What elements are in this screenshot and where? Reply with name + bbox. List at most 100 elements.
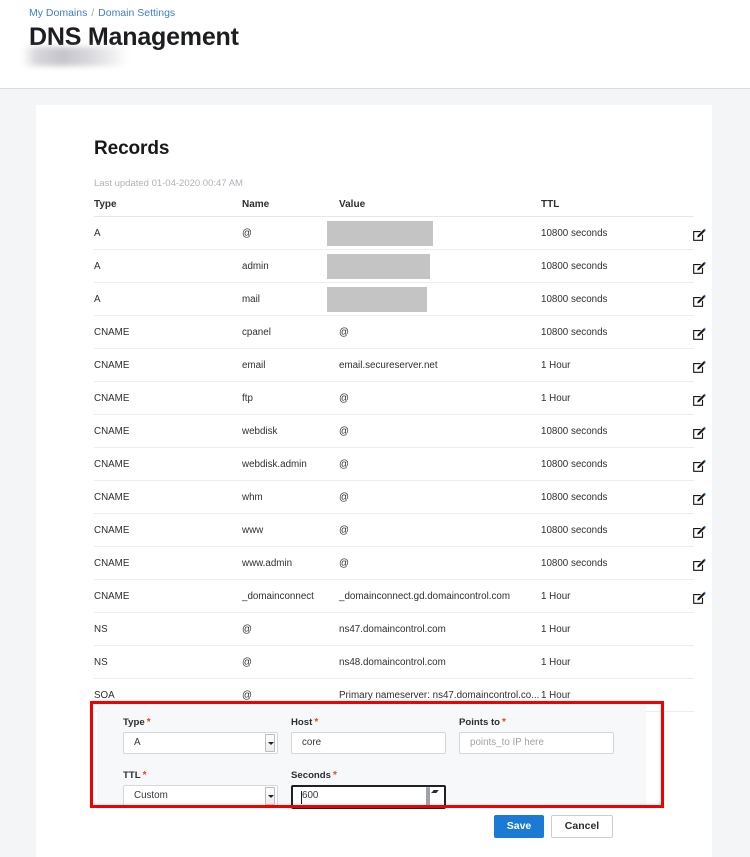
cell-name: cpanel [242, 327, 271, 338]
form-actions: Save Cancel [494, 815, 613, 838]
required-marker-seconds: * [333, 770, 337, 781]
required-marker-type: * [146, 717, 151, 728]
cell-value: @ [339, 327, 349, 338]
cell-ttl: 1 Hour [541, 657, 571, 668]
table-row: CNAME www.admin @10800 seconds [94, 547, 706, 580]
cell-name: @ [242, 690, 252, 701]
cell-name: whm [242, 492, 263, 503]
cell-name: @ [242, 624, 252, 635]
cell-value: ns48.domaincontrol.com [339, 657, 446, 668]
cell-value: @ [339, 426, 349, 437]
cell-name: @ [242, 657, 252, 668]
cell-type: A [94, 294, 101, 305]
table-row: CNAME email email.secureserver.net 1 Hour [94, 349, 706, 382]
column-header-name: Name [242, 199, 270, 210]
required-marker-host: * [314, 717, 319, 728]
cell-type: SOA [94, 690, 115, 701]
table-row: CNAME whm @10800 seconds [94, 481, 706, 514]
edit-pencil-icon[interactable] [692, 227, 707, 242]
page-header: My Domains / Domain Settings DNS Managemen… [0, 0, 750, 89]
number-stepper[interactable] [426, 787, 440, 806]
table-row: NS @ ns48.domaincontrol.com 1 Hour [94, 646, 694, 679]
points-to-input[interactable]: points_to IP here [459, 732, 614, 754]
column-header-type: Type [94, 199, 117, 210]
table-header-row: Type Name Value TTL [94, 195, 694, 217]
table-row: Amail 10800 seconds [94, 283, 706, 316]
cell-type: CNAME [94, 360, 130, 371]
edit-pencil-icon[interactable] [692, 425, 707, 440]
table-row: CNAME webdisk @10800 seconds [94, 415, 706, 448]
table-row: CNAME ftp @1 Hour [94, 382, 706, 415]
cell-type: CNAME [94, 426, 130, 437]
edit-pencil-icon[interactable] [692, 260, 707, 275]
edit-pencil-icon[interactable] [692, 359, 707, 374]
cell-value: @ [339, 525, 349, 536]
redacted-domain-name [22, 47, 128, 66]
cell-ttl: 10800 seconds [541, 558, 608, 569]
type-select[interactable]: A [123, 732, 278, 754]
cell-ttl: 10800 seconds [541, 294, 608, 305]
cell-ttl: 10800 seconds [541, 228, 608, 239]
label-points-to-text: Points to [459, 717, 501, 728]
edit-pencil-icon[interactable] [692, 590, 707, 605]
label-type: Type * [123, 717, 278, 728]
redacted-value [327, 287, 427, 312]
cell-ttl: 10800 seconds [541, 426, 608, 437]
column-header-value: Value [339, 199, 366, 210]
cell-value: _domainconnect.gd.domaincontrol.com [339, 591, 511, 602]
dns-records-table: Type Name Value TTL A @10800 seconds Aadmi… [94, 195, 706, 712]
table-row: Aadmin 10800 seconds [94, 250, 706, 283]
edit-pencil-icon[interactable] [692, 557, 707, 572]
cell-ttl: 1 Hour [541, 591, 571, 602]
field-type: Type * A [123, 717, 278, 754]
cell-name: ftp [242, 393, 253, 404]
label-type-text: Type [123, 717, 145, 728]
label-ttl: TTL * [123, 770, 278, 781]
cell-name: _domainconnect [242, 591, 314, 602]
cell-value: Primary nameserver: ns47.domaincontrol.c… [339, 690, 540, 701]
cell-ttl: 1 Hour [541, 360, 571, 371]
dns-management-page: My Domains / Domain Settings DNS Managemen… [0, 0, 750, 857]
cell-value: email.secureserver.net [339, 360, 438, 371]
cell-value: ns47.domaincontrol.com [339, 624, 446, 635]
cell-type: CNAME [94, 525, 130, 536]
save-button[interactable]: Save [494, 815, 544, 838]
required-marker-ttl: * [142, 770, 147, 781]
field-points-to: Points to * points_to IP here [459, 717, 614, 754]
breadcrumb: My Domains / Domain Settings [29, 7, 175, 19]
cell-type: A [94, 228, 101, 239]
edit-pencil-icon[interactable] [692, 524, 707, 539]
breadcrumb-item-domain-settings[interactable]: Domain Settings [98, 7, 175, 19]
edit-pencil-icon[interactable] [692, 491, 707, 506]
cell-type: NS [94, 624, 108, 635]
cancel-button[interactable]: Cancel [551, 815, 613, 838]
edit-pencil-icon[interactable] [692, 392, 707, 407]
chevron-down-icon[interactable] [265, 734, 275, 752]
edit-pencil-icon[interactable] [692, 293, 707, 308]
cell-name: admin [242, 261, 269, 272]
cell-type: A [94, 261, 101, 272]
type-select-value: A [134, 737, 141, 748]
cell-type: CNAME [94, 393, 130, 404]
cell-name: mail [242, 294, 260, 305]
cell-value: @ [339, 492, 349, 503]
cell-type: NS [94, 657, 108, 668]
host-input[interactable]: core [291, 732, 446, 754]
stepper-down-icon[interactable] [428, 787, 430, 806]
cell-type: CNAME [94, 459, 130, 470]
cell-name: webdisk.admin [242, 459, 307, 470]
seconds-input-value: 600 [302, 790, 319, 801]
edit-pencil-icon[interactable] [692, 458, 707, 473]
cell-name: www.admin [242, 558, 293, 569]
field-ttl: TTL * Custom [123, 770, 278, 807]
table-row: NS @ ns47.domaincontrol.com 1 Hour [94, 613, 694, 646]
edit-pencil-icon[interactable] [692, 326, 707, 341]
breadcrumb-item-my-domains[interactable]: My Domains [29, 7, 87, 19]
ttl-select-value: Custom [134, 790, 168, 801]
field-seconds: Seconds * 600 [291, 770, 446, 809]
label-points-to: Points to * [459, 717, 614, 728]
seconds-input[interactable]: 600 [291, 785, 446, 809]
chevron-down-icon[interactable] [265, 787, 275, 805]
ttl-select[interactable]: Custom [123, 785, 278, 807]
points-to-input-value: points_to IP here [470, 737, 544, 748]
